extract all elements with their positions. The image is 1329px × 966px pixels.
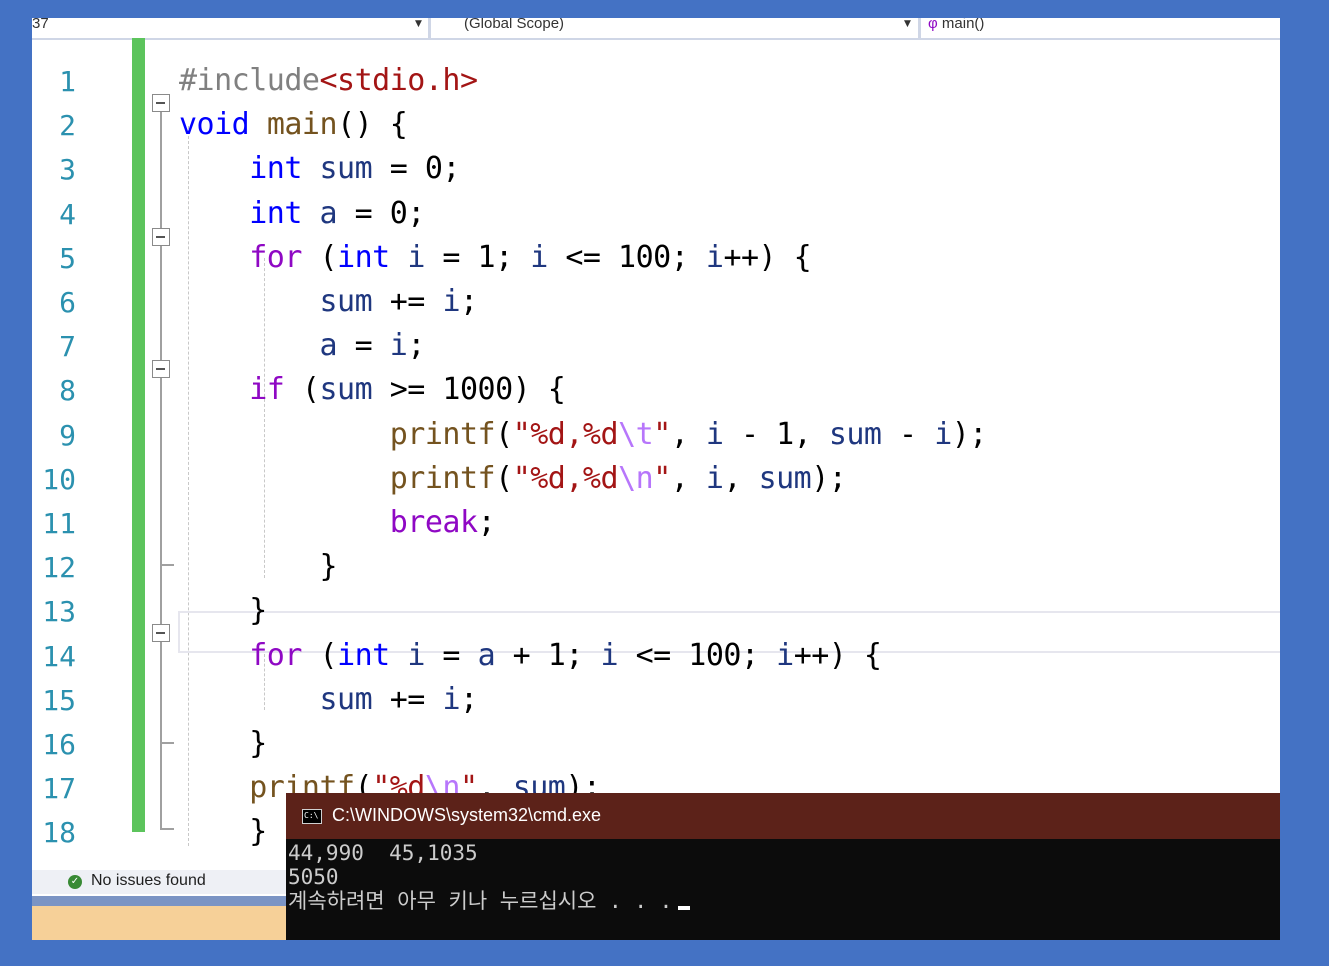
line-number: 14 bbox=[42, 639, 76, 673]
code-line[interactable]: printf("%d,%d\n", i, sum); bbox=[179, 457, 847, 501]
code-line[interactable]: break; bbox=[179, 501, 496, 545]
line-number: 1 bbox=[59, 65, 76, 98]
text-cursor bbox=[678, 906, 691, 910]
project-label: 37 bbox=[32, 18, 49, 32]
console-prompt-line: 계속하려면 아무 키나 누르십시오 . . . bbox=[288, 889, 691, 913]
function-icon: φ bbox=[928, 18, 942, 32]
dropdown-arrow-icon[interactable]: ▼ bbox=[415, 18, 422, 30]
collapse-if-block-icon[interactable] bbox=[152, 360, 170, 378]
console-title-bar[interactable]: C:\ C:\WINDOWS\system32\cmd.exe bbox=[286, 793, 1280, 839]
line-number: 2 bbox=[59, 109, 76, 143]
line-number: 11 bbox=[42, 507, 76, 540]
fold-guide-line bbox=[160, 378, 162, 624]
collapse-for-loop-icon[interactable] bbox=[152, 228, 170, 246]
fold-guide-line bbox=[160, 642, 162, 830]
status-bar: ✓ No issues found bbox=[32, 870, 292, 894]
console-output-line: 5050 bbox=[288, 865, 339, 889]
check-circle-icon: ✓ bbox=[68, 875, 82, 889]
code-line[interactable]: for (int i = a + 1; i <= 100; i++) { bbox=[179, 634, 882, 678]
line-number: 6 bbox=[59, 286, 76, 319]
code-line[interactable]: void main() { bbox=[179, 103, 408, 147]
line-number: 18 bbox=[42, 816, 76, 850]
console-title: C:\WINDOWS\system32\cmd.exe bbox=[332, 805, 602, 825]
line-number: 9 bbox=[59, 418, 76, 452]
fold-guide-line bbox=[160, 112, 162, 228]
line-number: 15 bbox=[42, 683, 76, 717]
nav-separator bbox=[918, 18, 921, 38]
fold-end-marker bbox=[160, 742, 174, 744]
collapse-main-icon[interactable] bbox=[152, 94, 170, 112]
console-output-line: 44,990 45,1035 bbox=[288, 841, 478, 865]
code-line[interactable]: } bbox=[179, 589, 267, 633]
code-line[interactable]: sum += i; bbox=[179, 678, 479, 722]
collapse-second-for-icon[interactable] bbox=[152, 624, 170, 642]
line-number: 7 bbox=[59, 330, 76, 364]
code-line[interactable]: int sum = 0; bbox=[179, 147, 460, 191]
line-number-gutter: 1 2 3 4 5 6 7 8 9 10 11 12 13 14 15 16 17 18 bbox=[32, 38, 132, 858]
issues-status[interactable]: No issues found bbox=[91, 872, 206, 890]
dropdown-arrow-icon[interactable]: ▼ bbox=[904, 18, 911, 30]
fold-guide-line bbox=[160, 246, 162, 360]
function-label: main() bbox=[941, 18, 985, 32]
line-number: 8 bbox=[59, 374, 76, 408]
panel-divider bbox=[32, 896, 292, 906]
line-number: 10 bbox=[42, 462, 76, 496]
code-line[interactable]: for (int i = 1; i <= 100; i++) { bbox=[179, 236, 812, 280]
nav-separator bbox=[428, 18, 431, 38]
navigation-bar: 37 ▼ (Global Scope) ▼ φ main() bbox=[32, 18, 1280, 40]
line-number: 16 bbox=[42, 728, 76, 761]
code-line[interactable]: } bbox=[179, 722, 267, 766]
line-number: 13 bbox=[42, 595, 76, 629]
output-panel-strip bbox=[32, 906, 292, 940]
code-line[interactable]: sum += i; bbox=[179, 280, 479, 324]
code-line[interactable]: if (sum >= 1000) { bbox=[179, 368, 566, 412]
line-number: 5 bbox=[59, 241, 76, 275]
line-number: 17 bbox=[42, 772, 76, 806]
line-number: 3 bbox=[59, 153, 76, 187]
fold-end-marker bbox=[160, 564, 174, 566]
code-line[interactable]: } bbox=[179, 810, 267, 854]
code-line[interactable]: printf("%d,%d\t", i - 1, sum - i); bbox=[179, 413, 988, 457]
line-number: 4 bbox=[59, 197, 76, 231]
code-line[interactable]: #include<stdio.h> bbox=[179, 59, 478, 103]
code-line[interactable]: } bbox=[179, 545, 337, 589]
console-app-icon: C:\ bbox=[302, 809, 322, 824]
console-output: 44,990 45,1035 5050 계속하려면 아무 키나 누르십시오 . … bbox=[288, 841, 691, 913]
console-window[interactable]: C:\ C:\WINDOWS\system32\cmd.exe 44,990 4… bbox=[286, 793, 1280, 940]
fold-end-marker bbox=[160, 828, 174, 830]
code-line[interactable]: a = i; bbox=[179, 324, 426, 368]
code-line[interactable]: int a = 0; bbox=[179, 192, 425, 236]
scope-dropdown[interactable]: (Global Scope) bbox=[464, 18, 894, 38]
console-prompt-text: 계속하려면 아무 키나 누르십시오 . . . bbox=[288, 889, 673, 913]
line-number: 12 bbox=[42, 551, 76, 585]
change-tracking-bar bbox=[132, 38, 145, 832]
function-dropdown[interactable]: φ main() bbox=[928, 18, 1268, 38]
project-dropdown[interactable]: 37 bbox=[32, 18, 412, 38]
scope-label: (Global Scope) bbox=[464, 18, 565, 32]
